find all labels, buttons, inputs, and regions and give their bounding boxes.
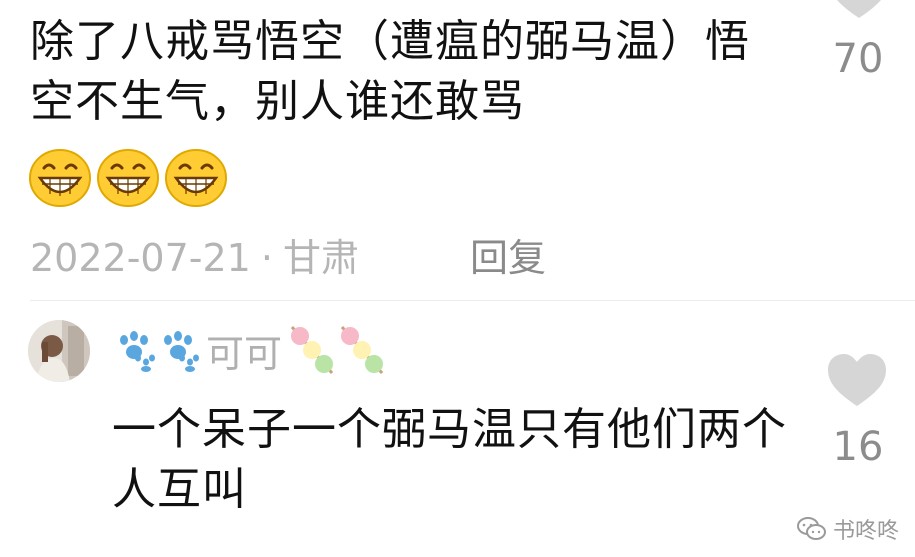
grinning-face-icon [97, 149, 159, 207]
paw-print-icon [120, 331, 155, 372]
comment-1-text: 除了八戒骂悟空（遭瘟的弼马温）悟空不生气，别人谁还敢骂 [30, 16, 750, 127]
comment-divider [30, 300, 915, 301]
dango-icon [340, 326, 384, 374]
heart-icon[interactable] [826, 352, 888, 408]
watermark-text: 书咚咚 [832, 519, 899, 544]
comment-2-username-row: 可可 [114, 322, 386, 378]
comment-1-like-count: 70 [832, 36, 884, 82]
comment-1-emoji-row [28, 148, 228, 208]
dango-icon [290, 326, 334, 374]
grinning-face-icon [165, 149, 227, 207]
wechat-icon [796, 517, 826, 540]
comment-2-username[interactable]: 可可 [206, 323, 282, 378]
grinning-face-icon [29, 149, 91, 207]
watermark: 书咚咚 [796, 513, 899, 545]
comment-2-text: 一个呆子一个弼马温只有他们两个人互叫 [112, 404, 787, 515]
reply-button[interactable]: 回复 [470, 232, 546, 284]
comment-1-meta: 2022-07-21 · 甘肃 [30, 232, 359, 284]
heart-icon[interactable] [828, 0, 890, 20]
comment-2-like-count: 16 [832, 424, 884, 470]
comment-1-date: 2022-07-21 [30, 236, 251, 280]
comment-1-location: 甘肃 [282, 236, 359, 280]
avatar[interactable] [28, 320, 90, 382]
paw-print-icon [164, 331, 199, 372]
meta-separator: · [260, 236, 273, 280]
